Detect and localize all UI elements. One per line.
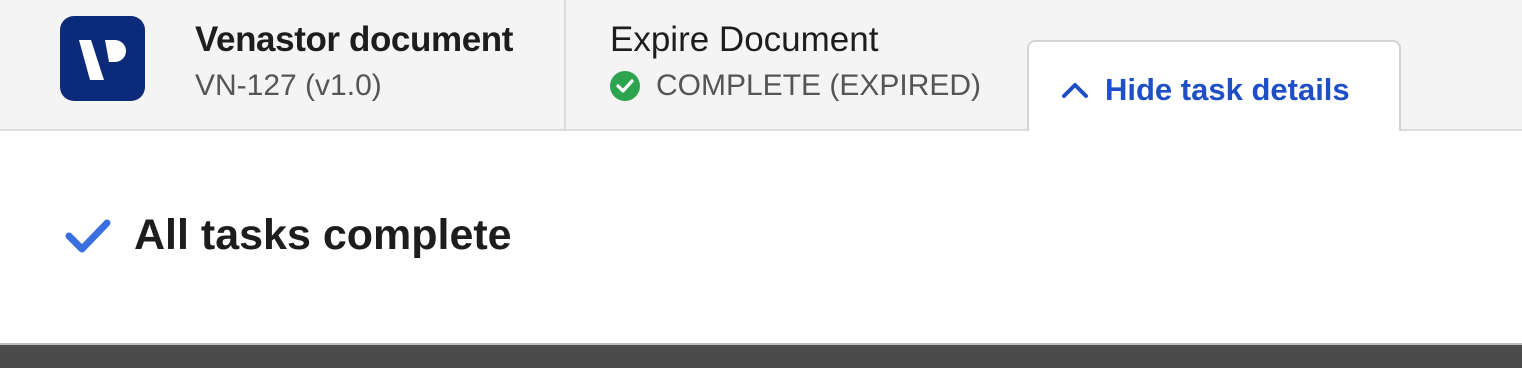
task-info: Expire Document COMPLETE (EXPIRED): [610, 18, 981, 106]
all-tasks-complete-text: All tasks complete: [134, 211, 512, 259]
hide-task-details-label: Hide task details: [1105, 72, 1350, 107]
checkmark-icon: [64, 217, 112, 255]
all-tasks-complete-row: All tasks complete: [64, 211, 512, 260]
task-status-label: COMPLETE (EXPIRED): [656, 69, 982, 102]
document-title: Venastor document: [195, 20, 513, 59]
venastor-logo-icon: [60, 16, 145, 101]
hide-task-details-button[interactable]: Hide task details: [1027, 40, 1401, 138]
footer-bar: [0, 343, 1522, 368]
check-circle-icon: [610, 71, 640, 101]
document-info: Venastor document VN-127 (v1.0): [195, 18, 513, 106]
document-id-version: VN-127 (v1.0): [195, 69, 382, 102]
chevron-up-icon: [1061, 81, 1089, 99]
task-title: Expire Document: [610, 20, 879, 59]
task-status: COMPLETE (EXPIRED): [610, 66, 981, 106]
task-header: Venastor document VN-127 (v1.0) Expire D…: [0, 0, 1522, 138]
header-divider: [564, 0, 566, 131]
task-details-panel: All tasks complete: [0, 131, 1522, 343]
